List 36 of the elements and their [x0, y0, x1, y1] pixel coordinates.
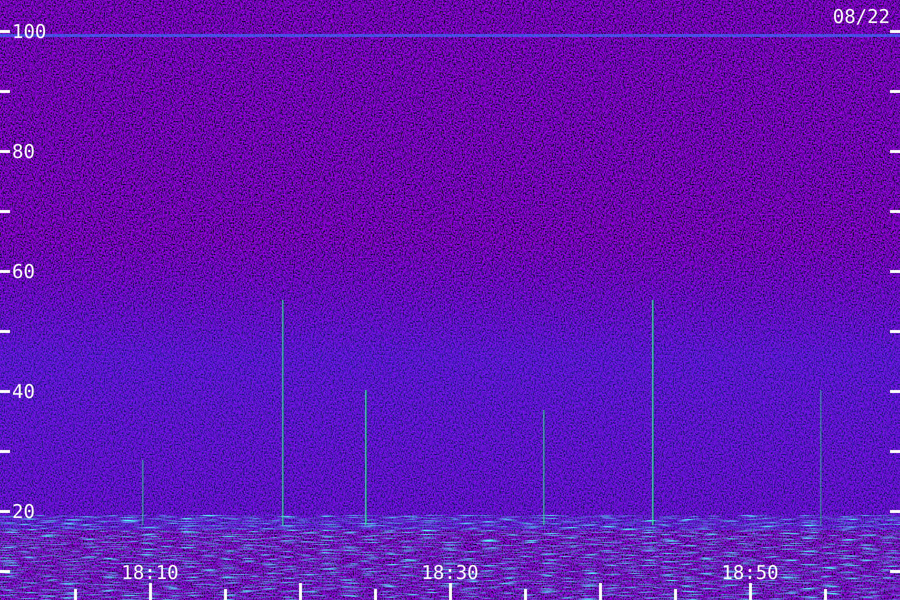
y-axis-label: 60	[12, 261, 35, 283]
tick-mark	[224, 589, 227, 600]
tick-mark	[0, 450, 10, 453]
tick-mark	[0, 30, 10, 33]
y-axis-label: 40	[12, 381, 35, 403]
tick-mark	[149, 583, 152, 600]
tick-mark	[524, 589, 527, 600]
tick-mark	[0, 150, 10, 153]
tick-mark	[0, 510, 10, 513]
tick-mark	[890, 450, 900, 453]
tick-mark	[749, 583, 752, 600]
tick-mark	[890, 90, 900, 93]
tick-mark	[599, 583, 602, 600]
tick-mark	[890, 150, 900, 153]
y-axis-label: 80	[12, 141, 35, 163]
tick-mark	[0, 90, 10, 93]
tick-mark	[0, 330, 10, 333]
tick-mark	[890, 270, 900, 273]
tick-mark	[0, 270, 10, 273]
y-axis-label: 100	[12, 21, 46, 43]
tick-mark	[449, 583, 452, 600]
tick-mark	[74, 589, 77, 600]
tick-mark	[674, 589, 677, 600]
tick-mark	[0, 390, 10, 393]
tick-mark	[299, 583, 302, 600]
y-axis-label: 20	[12, 501, 35, 523]
tick-mark	[890, 510, 900, 513]
tick-mark	[890, 30, 900, 33]
tick-mark	[890, 390, 900, 393]
tick-mark	[374, 589, 377, 600]
tick-mark	[890, 570, 900, 573]
tick-mark	[890, 330, 900, 333]
tick-mark	[0, 210, 10, 213]
tick-mark	[824, 589, 827, 600]
tick-mark	[890, 210, 900, 213]
tick-mark	[0, 570, 10, 573]
